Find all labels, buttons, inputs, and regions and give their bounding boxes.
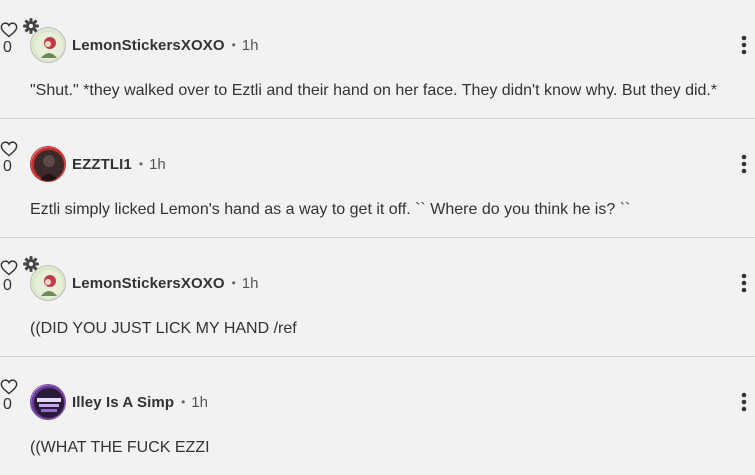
comment-item: 0 Illey Is A Simp • 1h ((WHAT THE FUCK E… — [0, 357, 755, 475]
more-vertical-icon[interactable] — [741, 154, 747, 174]
comment-header: EZZTLI1 • 1h — [72, 154, 166, 174]
heart-outline-icon[interactable] — [0, 260, 18, 276]
like-control[interactable]: 0 — [0, 260, 18, 294]
avatar-container[interactable] — [23, 18, 66, 63]
comment-header: LemonStickersXOXO • 1h — [72, 273, 258, 293]
like-count: 0 — [3, 277, 12, 294]
separator-dot: • — [138, 157, 144, 171]
like-count: 0 — [3, 396, 12, 413]
like-count: 0 — [3, 158, 12, 175]
separator-dot: • — [181, 395, 186, 409]
more-vertical-icon[interactable] — [741, 273, 747, 293]
timestamp: 1h — [191, 393, 208, 411]
eztli-avatar-icon[interactable] — [30, 146, 66, 182]
separator-dot: • — [231, 38, 236, 52]
comment-item: 0 — [0, 0, 755, 119]
username[interactable]: LemonStickersXOXO — [72, 275, 225, 292]
illey-avatar-icon[interactable] — [30, 384, 66, 420]
comment-text: ((WHAT THE FUCK EZZI — [30, 439, 210, 456]
comment-header: LemonStickersXOXO • 1h — [72, 35, 258, 55]
comment-item: 0 EZZTLI1 • 1h Eztli simply licked Lemon… — [0, 119, 755, 238]
avatar-container[interactable] — [23, 256, 66, 301]
username[interactable]: EZZTLI1 — [72, 156, 132, 173]
gear-icon — [23, 18, 39, 34]
comment-text: ((DID YOU JUST LICK MY HAND /ref — [30, 320, 297, 337]
comment-feed: 0 LemonStickersXOXO • 1h "Shut." *they w… — [0, 0, 755, 475]
like-count: 0 — [3, 39, 12, 56]
comment-header: Illey Is A Simp • 1h — [72, 392, 208, 412]
timestamp: 1h — [241, 274, 259, 292]
like-control[interactable]: 0 — [0, 379, 18, 413]
comment-item: 0 — [0, 238, 755, 357]
more-vertical-icon[interactable] — [741, 392, 747, 412]
timestamp: 1h — [149, 155, 166, 173]
timestamp: 1h — [241, 36, 259, 54]
comment-text: Eztli simply licked Lemon's hand as a wa… — [30, 201, 631, 218]
username[interactable]: LemonStickersXOXO — [72, 37, 225, 54]
avatar-container[interactable] — [30, 146, 66, 182]
heart-outline-icon[interactable] — [0, 141, 18, 157]
like-control[interactable]: 0 — [0, 141, 18, 175]
avatar-container[interactable] — [30, 384, 66, 420]
more-vertical-icon[interactable] — [741, 35, 747, 55]
comment-text: "Shut." *they walked over to Eztli and t… — [30, 82, 718, 99]
like-control[interactable]: 0 — [0, 22, 18, 56]
heart-outline-icon[interactable] — [0, 22, 18, 38]
gear-icon — [23, 256, 39, 272]
separator-dot: • — [231, 276, 236, 290]
heart-outline-icon[interactable] — [0, 379, 18, 395]
username[interactable]: Illey Is A Simp — [72, 394, 174, 411]
